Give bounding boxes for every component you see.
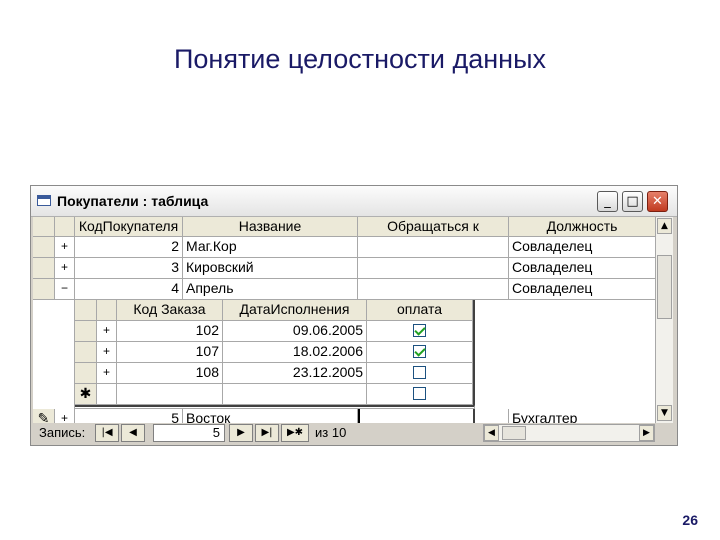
sub-record-selector[interactable] xyxy=(75,321,97,342)
cell-name[interactable]: Восток xyxy=(183,409,358,423)
record-selector[interactable] xyxy=(33,258,55,279)
paid-checkbox[interactable] xyxy=(413,386,426,400)
first-record-button[interactable]: |◀ xyxy=(95,424,119,442)
cell-order-id[interactable]: 108 xyxy=(117,363,223,384)
last-record-button[interactable]: ▶| xyxy=(255,424,279,442)
collapse-toggle[interactable]: − xyxy=(55,279,75,300)
minimize-button[interactable]: _ xyxy=(597,191,618,212)
slide-title: Понятие целостности данных xyxy=(173,44,546,74)
of-label: из xyxy=(315,425,329,440)
cell-due-date[interactable]: 23.12.2005 xyxy=(223,363,367,384)
vertical-scrollbar[interactable]: ▲ ▼ xyxy=(656,217,673,423)
new-record-icon[interactable]: ✱ xyxy=(75,384,97,405)
cell-paid[interactable] xyxy=(367,342,473,363)
record-selector[interactable] xyxy=(33,237,55,258)
cell-position[interactable]: Совладелец xyxy=(509,237,656,258)
cell-paid[interactable] xyxy=(367,363,473,384)
column-header-paid[interactable]: оплата xyxy=(367,300,473,321)
datasheet-grid: КодПокупателя Название Обращаться к Долж… xyxy=(33,217,656,423)
cell-order-id[interactable]: 102 xyxy=(117,321,223,342)
cell-customer-id[interactable]: 2 xyxy=(75,237,183,258)
new-cell-order-id[interactable] xyxy=(117,384,223,405)
close-button[interactable]: ✕ xyxy=(647,191,668,212)
cell-due-date[interactable]: 09.06.2005 xyxy=(223,321,367,342)
sub-expander-header xyxy=(97,300,117,321)
sub-corner-selector[interactable] xyxy=(75,300,97,321)
expand-toggle[interactable]: + xyxy=(55,409,75,423)
scroll-right-button[interactable]: ▶ xyxy=(639,425,654,441)
expand-toggle[interactable]: + xyxy=(97,342,117,363)
cell-order-id[interactable]: 107 xyxy=(117,342,223,363)
cell-contact[interactable] xyxy=(358,258,509,279)
subdatasheet-spacer xyxy=(473,300,656,423)
new-cell-due-date[interactable] xyxy=(223,384,367,405)
cell-contact[interactable] xyxy=(358,237,509,258)
total-count: 10 xyxy=(331,425,347,440)
expander-header xyxy=(55,217,75,237)
pencil-icon[interactable]: ✎ xyxy=(33,409,55,423)
sub-record-selector[interactable] xyxy=(75,363,97,384)
paid-checkbox[interactable] xyxy=(413,365,426,379)
column-header-position[interactable]: Должность xyxy=(509,217,656,237)
window-title: Покупатели : таблица xyxy=(57,193,209,209)
horizontal-scroll-thumb[interactable] xyxy=(502,426,526,440)
cell-customer-id[interactable]: 4 xyxy=(75,279,183,300)
table-icon xyxy=(37,195,51,206)
cell-name[interactable]: Кировский xyxy=(183,258,358,279)
previous-record-button[interactable]: ◀ xyxy=(121,424,145,442)
cell-position[interactable]: Совладелец xyxy=(509,258,656,279)
cell-contact[interactable] xyxy=(358,279,509,300)
record-label: Запись: xyxy=(39,425,86,440)
paid-checkbox[interactable] xyxy=(413,344,426,358)
subdatasheet-indent xyxy=(33,300,75,423)
scroll-thumb[interactable] xyxy=(657,255,672,319)
cell-position[interactable]: Бухгалтер xyxy=(509,409,656,423)
cell-contact-editing[interactable] xyxy=(358,409,509,423)
cell-name[interactable]: Маг.Кор xyxy=(183,237,358,258)
record-selector[interactable] xyxy=(33,279,55,300)
column-header-name[interactable]: Название xyxy=(183,217,358,237)
cell-customer-id[interactable]: 3 xyxy=(75,258,183,279)
cell-position[interactable]: Совладелец xyxy=(509,279,656,300)
cell-name[interactable]: Апрель xyxy=(183,279,358,300)
next-record-button[interactable]: ▶ xyxy=(229,424,253,442)
corner-selector[interactable] xyxy=(33,217,55,237)
table-window: Покупатели : таблица _ □ ✕ КодПокупателя… xyxy=(30,185,678,446)
paid-checkbox[interactable] xyxy=(413,323,426,337)
scroll-up-button[interactable]: ▲ xyxy=(657,218,672,234)
horizontal-scrollbar[interactable]: ◀ ▶ xyxy=(483,424,655,442)
new-row-expander xyxy=(97,384,117,405)
record-total: из 10 xyxy=(315,425,346,440)
scroll-left-button[interactable]: ◀ xyxy=(484,425,499,441)
title-bar[interactable]: Покупатели : таблица _ □ ✕ xyxy=(31,186,677,217)
expand-toggle[interactable]: + xyxy=(55,237,75,258)
column-header-due-date[interactable]: ДатаИсполнения xyxy=(223,300,367,321)
cell-customer-id[interactable]: 5 xyxy=(75,409,183,423)
expand-toggle[interactable]: + xyxy=(55,258,75,279)
new-record-button[interactable]: ▶✱ xyxy=(281,424,309,442)
sub-record-selector[interactable] xyxy=(75,342,97,363)
expand-toggle[interactable]: + xyxy=(97,321,117,342)
current-record-field[interactable]: 5 xyxy=(153,424,225,442)
cell-paid[interactable] xyxy=(367,321,473,342)
expand-toggle[interactable]: + xyxy=(97,363,117,384)
new-cell-paid[interactable] xyxy=(367,384,473,405)
scroll-down-button[interactable]: ▼ xyxy=(657,405,672,421)
maximize-button[interactable]: □ xyxy=(622,191,643,212)
column-header-contact[interactable]: Обращаться к xyxy=(358,217,509,237)
record-navigation-bar: Запись: |◀ ◀ 5 ▶ ▶| ▶✱ из 10 ◀ ▶ xyxy=(33,423,673,443)
page-number: 26 xyxy=(682,512,698,528)
column-header-customer-id[interactable]: КодПокупателя xyxy=(75,217,183,237)
column-header-order-id[interactable]: Код Заказа xyxy=(117,300,223,321)
cell-due-date[interactable]: 18.02.2006 xyxy=(223,342,367,363)
